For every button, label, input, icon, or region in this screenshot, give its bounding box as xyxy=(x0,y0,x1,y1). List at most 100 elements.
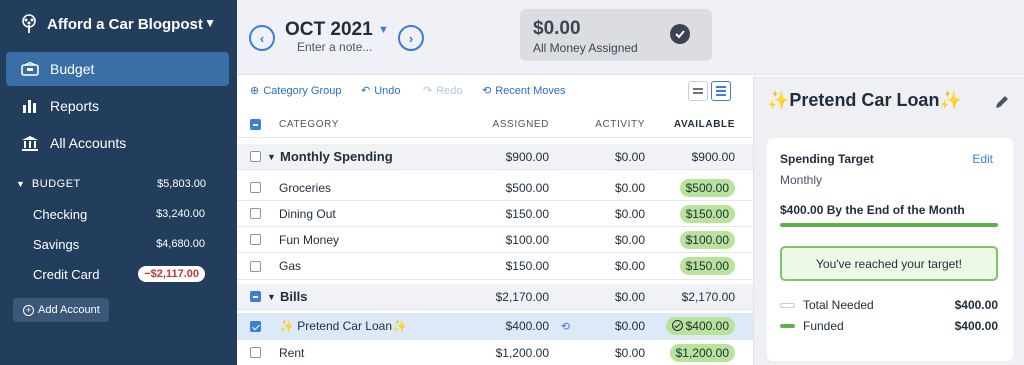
next-month-button[interactable]: › xyxy=(398,25,424,51)
category-checkbox[interactable] xyxy=(250,182,261,193)
pencil-icon[interactable] xyxy=(994,94,1010,110)
month-label: OCT 2021 xyxy=(285,19,373,40)
category-checkbox[interactable] xyxy=(250,320,261,332)
category-activity[interactable]: $0.00 xyxy=(615,207,645,221)
category-name: Groceries xyxy=(279,180,332,195)
select-all-checkbox[interactable] xyxy=(250,119,261,130)
add-category-group-button[interactable]: ⊕ Category Group xyxy=(250,84,341,98)
category-row[interactable]: Rent $1,200.00 $0.00 $1,200.00 xyxy=(237,340,753,365)
undo-button[interactable]: ↶ Undo xyxy=(361,84,401,98)
category-row[interactable]: Groceries $500.00 $0.00 $500.00 xyxy=(237,175,753,201)
category-available[interactable]: $500.00 xyxy=(679,178,735,197)
target-card: Spending Target Edit Monthly $400.00 By … xyxy=(767,138,1013,361)
group-name: Monthly Spending xyxy=(280,149,393,164)
category-assigned[interactable]: $500.00 xyxy=(506,181,549,195)
plus-circle-icon: ⊕ xyxy=(250,85,260,97)
funded-row: Funded $400.00 xyxy=(780,318,998,334)
category-row[interactable]: Gas $150.00 $0.00 $150.00 xyxy=(237,253,753,280)
category-row-selected[interactable]: ✨ Pretend Car Loan✨ $400.00 ⟲ $0.00 $400… xyxy=(237,313,753,340)
budget-toolbar: ⊕ Category Group ↶ Undo ↷ Redo ⟲ Recent … xyxy=(237,76,753,108)
category-assigned[interactable]: $150.00 xyxy=(506,207,549,221)
category-assigned[interactable]: $1,200.00 xyxy=(496,346,549,360)
category-row[interactable]: Dining Out $150.00 $0.00 $150.00 xyxy=(237,201,753,227)
account-name: Checking xyxy=(33,206,88,222)
group-checkbox[interactable] xyxy=(250,151,261,162)
nav-all-accounts[interactable]: All Accounts xyxy=(6,126,229,160)
category-group-row[interactable]: ▼ Bills $2,170.00 $0.00 $2,170.00 xyxy=(237,284,753,310)
category-checkbox[interactable] xyxy=(250,347,261,358)
edit-target-link[interactable]: Edit xyxy=(972,152,993,166)
nav-reports[interactable]: Reports xyxy=(6,89,229,123)
recent-moves-button[interactable]: ⟲ Recent Moves xyxy=(482,84,566,98)
account-savings[interactable]: Savings $4,680.00 xyxy=(33,234,205,254)
caret-down-icon[interactable]: ▼ xyxy=(267,152,276,162)
budget-name: Afford a Car Blogpost xyxy=(47,15,203,33)
table-header-row: CATEGORY ASSIGNED ACTIVITY AVAILABLE xyxy=(237,112,753,138)
category-checkbox[interactable] xyxy=(250,260,261,272)
inspector-title: ✨Pretend Car Loan✨ xyxy=(767,90,962,110)
category-name: ✨ Pretend Car Loan✨ xyxy=(279,319,407,333)
nav-budget[interactable]: Budget xyxy=(6,52,229,86)
group-available: $2,170.00 xyxy=(681,289,735,304)
target-frequency: Monthly xyxy=(780,173,823,187)
ready-to-assign[interactable]: $0.00 All Money Assigned xyxy=(520,9,712,61)
month-note-input[interactable]: Enter a note... xyxy=(297,40,372,54)
wallet-icon xyxy=(20,60,40,78)
group-name: Bills xyxy=(280,289,308,304)
budget-accounts-header[interactable]: ▼ BUDGET $5,803.00 xyxy=(16,176,206,192)
column-available[interactable]: AVAILABLE xyxy=(674,119,735,130)
category-available[interactable]: $150.00 xyxy=(679,257,735,275)
account-balance-negative: −$2,117.00 xyxy=(138,266,205,282)
category-group-row[interactable]: ▼ Monthly Spending $900.00 $0.00 $900.00 xyxy=(237,144,753,170)
available-pill: $150.00 xyxy=(679,257,735,275)
budget-section-label: BUDGET xyxy=(31,178,81,190)
category-available[interactable]: $400.00 xyxy=(665,317,735,335)
previous-month-button[interactable]: ‹ xyxy=(249,25,275,51)
budget-switcher[interactable]: Afford a Car Blogpost ▼ xyxy=(18,10,228,38)
category-activity[interactable]: $0.00 xyxy=(615,233,645,247)
category-row[interactable]: Fun Money $100.00 $0.00 $100.00 xyxy=(237,227,753,253)
category-assigned[interactable]: $100.00 xyxy=(506,233,549,247)
account-checking[interactable]: Checking $3,240.00 xyxy=(33,204,205,224)
category-checkbox[interactable] xyxy=(250,208,261,219)
group-activity: $0.00 xyxy=(614,149,645,164)
column-assigned[interactable]: ASSIGNED xyxy=(493,119,549,130)
total-needed-label: Total Needed xyxy=(803,298,874,312)
category-activity[interactable]: $0.00 xyxy=(615,259,645,273)
category-available[interactable]: $150.00 xyxy=(679,204,735,223)
group-assigned: $900.00 xyxy=(505,149,549,164)
add-account-label: Add Account xyxy=(38,304,100,316)
month-selector[interactable]: OCT 2021 ▼ xyxy=(285,19,389,41)
group-assigned: $2,170.00 xyxy=(495,289,549,304)
add-account-button[interactable]: + Add Account xyxy=(13,298,109,322)
undo-icon: ↶ xyxy=(361,85,371,97)
redo-icon: ↷ xyxy=(423,85,433,97)
plus-circle-icon: + xyxy=(23,304,34,316)
category-assigned[interactable]: $150.00 xyxy=(506,259,549,273)
column-category: CATEGORY xyxy=(279,119,339,130)
account-balance: $3,240.00 xyxy=(156,208,205,220)
category-activity[interactable]: $0.00 xyxy=(615,181,645,195)
category-name: Fun Money xyxy=(279,232,340,247)
collapsed-view-button[interactable] xyxy=(688,81,708,101)
group-checkbox[interactable] xyxy=(250,291,261,302)
category-activity[interactable]: $0.00 xyxy=(615,319,645,333)
available-pill: $100.00 xyxy=(679,230,735,249)
caret-down-icon[interactable]: ▼ xyxy=(267,292,276,302)
nav-reports-label: Reports xyxy=(50,98,100,114)
account-credit-card[interactable]: Credit Card −$2,117.00 xyxy=(33,264,205,284)
category-assigned[interactable]: $400.00 xyxy=(506,319,549,333)
column-activity[interactable]: ACTIVITY xyxy=(595,119,645,130)
available-pill: $1,200.00 xyxy=(669,343,735,362)
redo-button[interactable]: ↷ Redo xyxy=(423,84,463,98)
category-available[interactable]: $100.00 xyxy=(679,230,735,249)
category-activity[interactable]: $0.00 xyxy=(615,346,645,360)
history-icon[interactable]: ⟲ xyxy=(561,320,570,333)
group-activity: $0.00 xyxy=(614,289,645,304)
category-checkbox[interactable] xyxy=(250,234,261,245)
expanded-view-button[interactable] xyxy=(711,81,731,101)
category-available[interactable]: $1,200.00 xyxy=(669,343,735,362)
total-needed-value: $400.00 xyxy=(954,298,998,312)
group-available: $900.00 xyxy=(691,149,735,164)
sidebar: Afford a Car Blogpost ▼ Budget Reports A… xyxy=(0,0,237,365)
